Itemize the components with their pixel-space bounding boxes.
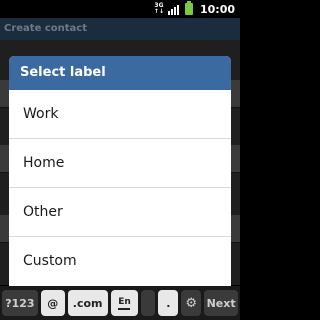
select-label-dialog: Select label Work Home Other Custom — [9, 56, 231, 286]
dotcom-key[interactable]: .com — [67, 290, 108, 316]
space-key[interactable] — [141, 290, 156, 316]
label-option-work[interactable]: Work — [9, 90, 231, 139]
symbols-key[interactable]: ?123 — [2, 290, 38, 316]
next-key[interactable]: Next — [204, 290, 238, 316]
language-key-label: En — [118, 296, 131, 307]
clock: 10:00 — [199, 2, 235, 16]
label-option-home[interactable]: Home — [9, 139, 231, 188]
language-indicator-icon — [118, 307, 131, 310]
gear-icon: ⚙ — [185, 295, 198, 311]
at-key[interactable]: @ — [40, 290, 65, 316]
status-bar: 3G ↑↓ 10:00 — [0, 0, 240, 18]
network-activity-icon: ↑↓ — [153, 8, 164, 15]
label-option-custom[interactable]: Custom — [9, 237, 231, 286]
network-indicator: 3G ↑↓ — [154, 3, 164, 15]
period-key[interactable]: . — [158, 290, 179, 316]
keyboard-row: ?123 @ .com En . ⚙ Next — [0, 286, 240, 320]
label-option-other[interactable]: Other — [9, 188, 231, 237]
settings-key[interactable]: ⚙ — [181, 290, 202, 316]
language-key[interactable]: En — [110, 290, 139, 316]
app-title: Create contact — [0, 18, 240, 40]
dialog-title: Select label — [9, 56, 231, 90]
battery-icon — [184, 1, 193, 15]
signal-icon — [167, 4, 179, 15]
